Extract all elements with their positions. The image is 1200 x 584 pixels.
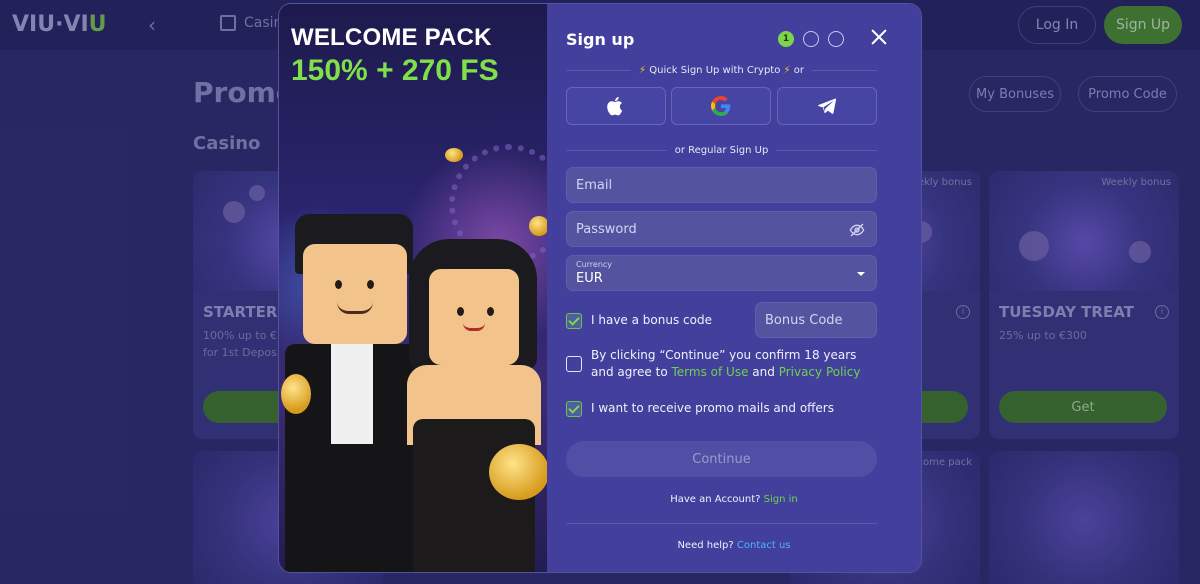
coin-icon: [281, 374, 311, 414]
contact-us-link[interactable]: Contact us: [737, 540, 791, 551]
promo-title: WELCOME PACK: [291, 24, 492, 51]
divider-line: [566, 69, 632, 71]
divider-line: [566, 523, 877, 524]
lightning-icon: ⚡: [639, 64, 647, 76]
eye: [335, 280, 342, 289]
female-figure-illustration: [399, 239, 547, 572]
quick-signup-or: or: [793, 64, 804, 76]
head: [303, 244, 407, 344]
quick-signup-divider: ⚡ Quick Sign Up with Crypto ⚡ or: [566, 63, 878, 77]
eye-off-icon[interactable]: [849, 222, 865, 238]
step-2: [803, 31, 819, 47]
google-signup-button[interactable]: [671, 87, 771, 125]
signup-form: Sign up 1 ⚡ Quick Sign Up with Crypto ⚡ …: [547, 4, 921, 572]
privacy-policy-link[interactable]: Privacy Policy: [779, 365, 861, 379]
have-account-text: Have an Account? Sign in: [547, 494, 921, 505]
terms-text: By clicking “Continue” you confirm 18 ye…: [591, 347, 861, 381]
terms-and-text: and: [752, 365, 775, 379]
bonus-code-placeholder: Bonus Code: [765, 312, 843, 328]
need-help-text: Need help? Contact us: [547, 540, 921, 551]
coin-icon: [529, 216, 547, 236]
apple-signup-button[interactable]: [566, 87, 666, 125]
quick-signup-text: ⚡ Quick Sign Up with Crypto ⚡ or: [631, 65, 812, 76]
signup-modal: WELCOME PACK 150% + 270 FS Sign up 1 ⚡ Q…: [279, 4, 921, 572]
divider-line: [776, 149, 878, 151]
head: [429, 269, 519, 365]
caret-down-icon: [857, 272, 865, 276]
promo-mails-label: I want to receive promo mails and offers: [591, 401, 834, 415]
close-icon[interactable]: [868, 26, 890, 48]
step-1: 1: [778, 31, 794, 47]
step-3: [828, 31, 844, 47]
promo-banner: WELCOME PACK 150% + 270 FS: [279, 4, 547, 572]
email-placeholder: Email: [576, 177, 613, 193]
coin-icon: [445, 148, 463, 162]
have-account-label: Have an Account?: [670, 494, 761, 505]
currency-select[interactable]: Currency EUR: [566, 255, 877, 291]
currency-label: Currency: [576, 260, 613, 269]
step-indicator: 1: [778, 31, 844, 47]
terms-of-use-link[interactable]: Terms of Use: [672, 365, 749, 379]
regular-signup-divider: or Regular Sign Up: [566, 143, 878, 157]
bonus-code-checkbox[interactable]: [566, 313, 582, 329]
password-placeholder: Password: [576, 221, 637, 237]
currency-value: EUR: [576, 271, 603, 286]
promo-bonus: 150% + 270 FS: [291, 54, 499, 87]
coin-icon: [489, 444, 547, 500]
promo-mails-checkbox[interactable]: [566, 401, 582, 417]
terms-checkbox[interactable]: [566, 356, 582, 372]
bonus-code-input[interactable]: Bonus Code: [755, 302, 877, 338]
bonus-code-checkbox-label: I have a bonus code: [591, 313, 712, 327]
email-field[interactable]: Email: [566, 167, 877, 203]
password-field[interactable]: Password: [566, 211, 877, 247]
telegram-icon: [818, 98, 836, 114]
telegram-signup-button[interactable]: [777, 87, 877, 125]
shirt: [331, 344, 373, 444]
sign-in-link[interactable]: Sign in: [764, 494, 798, 505]
regular-signup-text: or Regular Sign Up: [674, 144, 769, 156]
continue-button[interactable]: Continue: [566, 441, 877, 477]
apple-icon: [607, 97, 623, 116]
signup-title: Sign up: [566, 30, 635, 49]
divider-line: [811, 69, 878, 71]
need-help-label: Need help?: [677, 540, 734, 551]
quick-signup-label: Quick Sign Up with Crypto: [649, 64, 781, 76]
google-icon: [711, 96, 731, 116]
eye: [367, 280, 374, 289]
eye: [487, 307, 494, 316]
mouth: [337, 300, 373, 314]
divider-line: [566, 149, 667, 151]
eye: [457, 307, 464, 316]
lightning-icon: ⚡: [783, 64, 791, 76]
